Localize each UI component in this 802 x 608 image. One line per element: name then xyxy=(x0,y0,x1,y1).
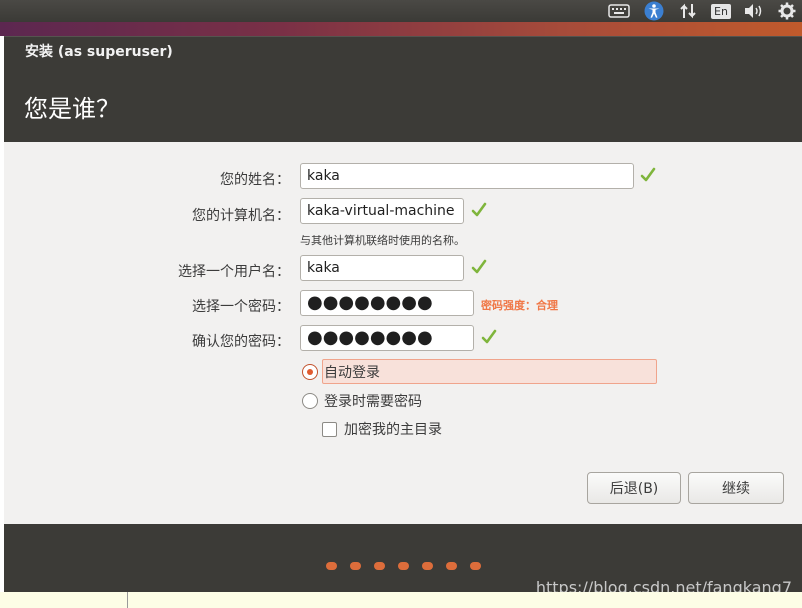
computer-name-label: 您的计算机名： xyxy=(192,208,290,224)
wallpaper-strip xyxy=(0,22,802,36)
form-area: 您的姓名： kaka 您的计算机名： kaka-virtual-machine … xyxy=(4,142,802,524)
progress-dot xyxy=(326,562,337,570)
encrypt-home-label: 加密我的主目录 xyxy=(344,422,442,438)
encrypt-home-checkbox[interactable] xyxy=(322,421,337,437)
bottom-strip xyxy=(0,592,802,608)
language-label: En xyxy=(711,3,731,19)
progress-dot xyxy=(470,562,481,570)
computer-name-valid-check-icon xyxy=(471,202,487,217)
require-password-option[interactable]: 登录时需要密码 xyxy=(302,391,422,411)
password-strength: 密码强度：合理 xyxy=(481,299,558,312)
password-field[interactable]: ●●●●●●●● xyxy=(300,290,474,316)
username-valid-check-icon xyxy=(471,259,487,274)
password-label: 选择一个密码： xyxy=(192,299,290,315)
name-valid-check-icon xyxy=(640,167,656,182)
gear-icon[interactable] xyxy=(776,0,798,22)
window-title: 安装 (as superuser) xyxy=(25,44,173,60)
username-label: 选择一个用户名： xyxy=(178,264,290,280)
progress-dot xyxy=(446,562,457,570)
auto-login-label: 自动登录 xyxy=(324,365,380,381)
computer-name-field[interactable]: kaka-virtual-machine xyxy=(300,198,464,224)
name-label: 您的姓名： xyxy=(220,172,290,188)
top-panel: En xyxy=(0,0,802,22)
volume-icon[interactable] xyxy=(741,0,767,22)
name-field[interactable]: kaka xyxy=(300,163,634,189)
window-header: 安装 (as superuser) 您是谁？ xyxy=(4,36,802,142)
require-password-label: 登录时需要密码 xyxy=(324,394,422,410)
accessibility-icon[interactable] xyxy=(642,0,666,22)
network-icon[interactable] xyxy=(676,0,700,22)
encrypt-home-option[interactable]: 加密我的主目录 xyxy=(322,419,442,439)
require-password-radio[interactable] xyxy=(302,393,318,409)
continue-button[interactable]: 继续 xyxy=(688,472,784,504)
auto-login-radio[interactable] xyxy=(302,364,318,380)
keyboard-icon[interactable] xyxy=(606,0,632,22)
progress-dots xyxy=(326,562,494,570)
computer-name-hint: 与其他计算机联络时使用的名称。 xyxy=(300,234,465,247)
progress-dot xyxy=(422,562,433,570)
confirm-password-field[interactable]: ●●●●●●●● xyxy=(300,325,474,351)
bottom-strip-divider xyxy=(127,592,128,608)
language-icon[interactable]: En xyxy=(709,0,733,22)
progress-dot xyxy=(350,562,361,570)
auto-login-option[interactable]: 自动登录 xyxy=(302,362,380,382)
back-button[interactable]: 后退(B) xyxy=(587,472,681,504)
username-field[interactable]: kaka xyxy=(300,255,464,281)
progress-dot xyxy=(398,562,409,570)
confirm-password-label: 确认您的密码： xyxy=(192,334,290,350)
progress-dot xyxy=(374,562,385,570)
confirm-password-valid-check-icon xyxy=(481,329,497,344)
page-title: 您是谁？ xyxy=(24,95,120,123)
installer-window: 安装 (as superuser) 您是谁？ 您的姓名： kaka 您的计算机名… xyxy=(4,36,802,592)
